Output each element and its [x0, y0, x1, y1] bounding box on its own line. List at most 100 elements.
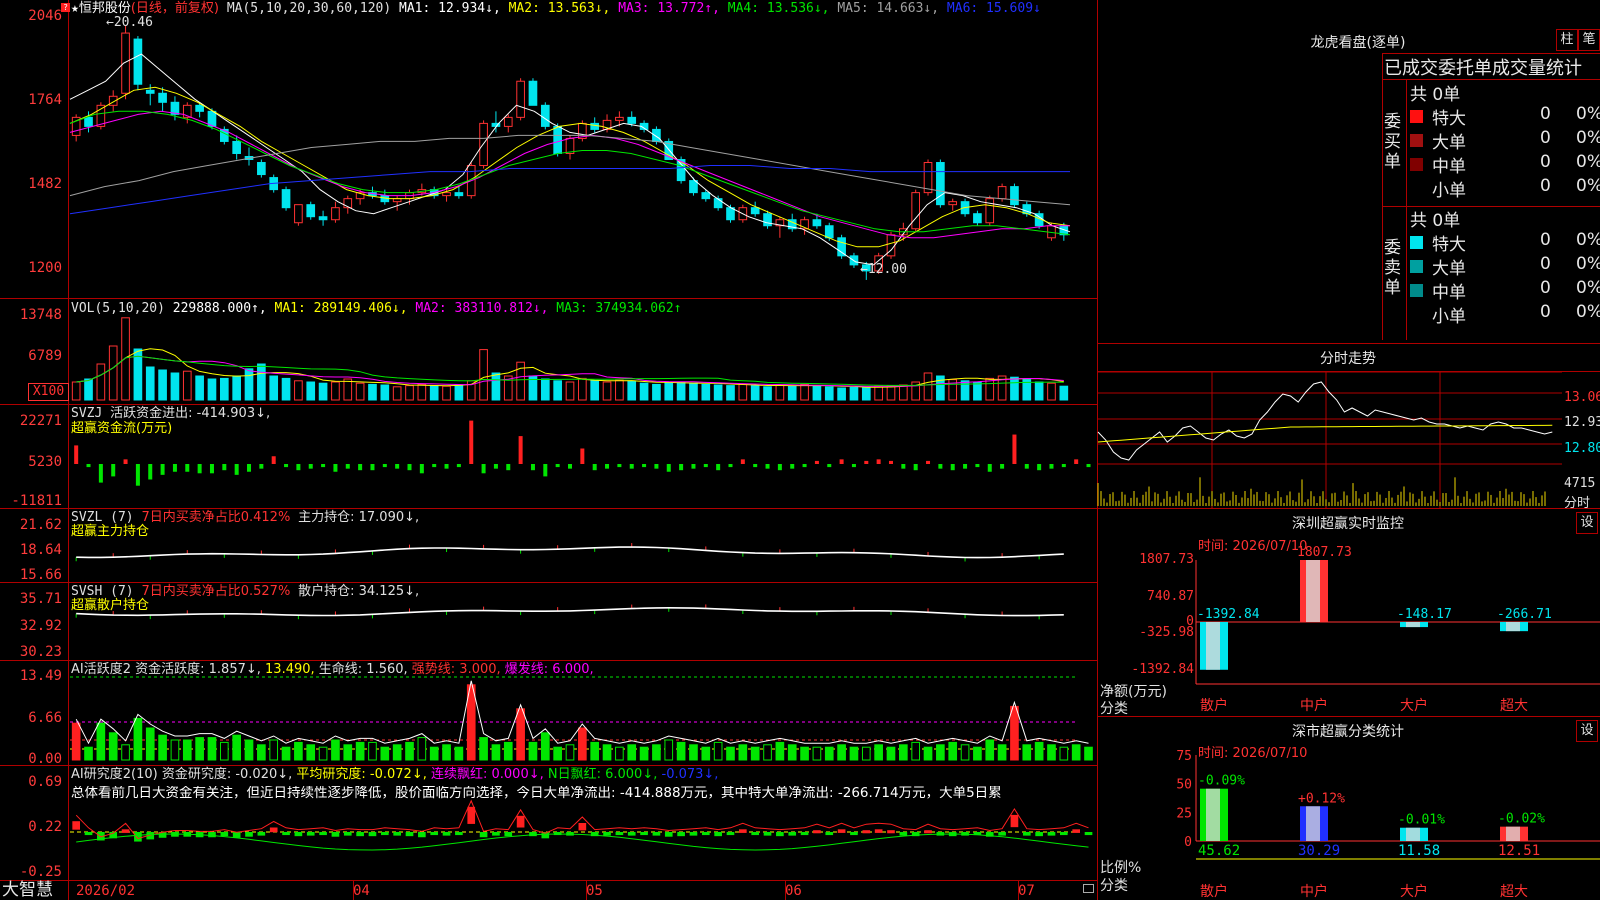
star-icon: ★	[71, 1, 79, 16]
activity-bar	[565, 744, 575, 761]
activity-bar	[318, 746, 328, 761]
research-bar	[924, 830, 932, 834]
volume-bar	[726, 385, 735, 401]
candle-body	[442, 192, 451, 197]
lock-icon[interactable]	[1083, 884, 1094, 893]
activity-bar	[170, 739, 180, 761]
tick-mode-button[interactable]: 笔	[1578, 29, 1600, 51]
activity-bar	[343, 744, 353, 761]
vol-header: VOL(5,10,20) 229888.000↑, MA1: 289149.40…	[71, 301, 682, 316]
sz-class-settings-button[interactable]: 设	[1576, 720, 1598, 742]
research-bar	[467, 806, 476, 824]
activity-bar	[923, 746, 933, 761]
panel-divider	[0, 582, 1098, 583]
bar-mode-button[interactable]: 柱	[1556, 29, 1578, 51]
date-tick	[353, 880, 354, 900]
research-bar	[701, 832, 710, 836]
candle-body	[936, 162, 945, 206]
row-count: 0	[1540, 230, 1551, 250]
flow-bar	[469, 420, 474, 464]
color-swatch	[1410, 134, 1423, 147]
date-label: 07	[1018, 883, 1035, 899]
flow-bar	[568, 464, 572, 469]
activity-bar	[257, 744, 266, 761]
activity-bar	[516, 708, 525, 761]
volume-bar	[664, 382, 674, 401]
red-question-marker[interactable]: ?	[61, 3, 70, 12]
sz-monitor-title: 深圳超赢实时监控	[1292, 516, 1404, 532]
intraday-avg-line	[1097, 424, 1553, 443]
volume-bar	[182, 370, 192, 401]
flow-bar	[642, 464, 647, 468]
volume-bar	[812, 385, 822, 401]
sz-class-category: 超大	[1500, 884, 1528, 900]
flow-bar	[419, 464, 424, 474]
research-bar	[1010, 814, 1019, 828]
brand-logo: 大智慧	[2, 880, 53, 900]
candle-body	[652, 128, 661, 142]
flow-bar	[308, 464, 313, 469]
longhu-row: 中单 0 0%	[1410, 278, 1600, 303]
stock-name[interactable]: 恒邦股份	[79, 1, 131, 16]
divider	[1406, 79, 1407, 340]
activity-bar	[145, 727, 155, 761]
activity-bar	[133, 717, 143, 761]
volume-bar	[269, 375, 279, 401]
flow-bar	[382, 464, 387, 468]
vol-ma-values: MA1: 289149.406↓, MA2: 383110.812↓, MA3:…	[275, 301, 682, 316]
kline-area[interactable]: ? 2046 1764 1482 1200 ★恒邦股份(日线，前复权) MA(5…	[0, 0, 1098, 900]
activity-bar	[405, 741, 414, 761]
volume-bar	[639, 382, 649, 401]
research-bar	[343, 832, 352, 836]
holding-line	[76, 606, 1064, 617]
color-swatch	[1410, 260, 1423, 273]
flow-bar	[654, 464, 659, 469]
research-bar	[393, 832, 401, 836]
activity-bar	[1047, 744, 1056, 761]
intraday-chart[interactable]	[1097, 371, 1562, 508]
air-parts-item: 平均研究度: -0.072↓,	[296, 767, 431, 782]
row-count: 0	[1540, 176, 1551, 196]
flow-bar	[209, 464, 214, 474]
flow-bar	[148, 464, 153, 480]
volume-bar	[405, 385, 414, 401]
flow-bar	[753, 464, 758, 468]
air-comment: 总体看前几日大资金有关注，但近日持续性逐步降低，股价面临方向选择，今日大单净流出…	[71, 786, 1002, 801]
research-bar	[269, 827, 278, 833]
date-tick	[785, 880, 786, 900]
intraday-axis-label: 12.93	[1564, 415, 1600, 430]
volume-bar	[701, 383, 711, 401]
research-bar	[479, 832, 488, 838]
vol-axis-label: 6789	[28, 348, 62, 364]
flow-bar	[827, 464, 832, 468]
divider	[1098, 343, 1600, 344]
activity-bar	[936, 744, 945, 761]
longhu-row: 特大 0 0%	[1410, 230, 1600, 255]
flow-bar	[1037, 464, 1042, 471]
research-bar	[887, 830, 895, 834]
volume-bar	[454, 384, 464, 401]
right-panel: 龙虎看盘(逐单) 柱 笔 已成交委托单成交量统计 委买单 委卖单 共 0单 特大…	[1097, 0, 1600, 900]
candle-body	[158, 92, 167, 103]
row-pct: 0%	[1576, 302, 1600, 322]
sz-monitor-category: 超大	[1500, 698, 1528, 714]
sz-class-chart: 75 50 25 0 -0.09% 45.62 散户 +0.12% 30.29 中户 -0.01% 1…	[1176, 749, 1600, 900]
activity-bar	[701, 746, 711, 761]
activity-bar	[503, 741, 513, 761]
activity-bar	[540, 732, 550, 761]
sz-monitor-settings-button[interactable]: 设	[1576, 512, 1598, 534]
volume-bar	[158, 369, 167, 401]
candle-body	[824, 225, 834, 239]
volume-bar	[590, 380, 600, 401]
volume-bar	[84, 378, 93, 401]
volume-bar	[861, 387, 871, 401]
candle-body	[331, 207, 340, 221]
chart-mode[interactable]: (日线，前复权)	[131, 1, 219, 16]
flow-bar	[123, 459, 128, 464]
date-label: 2026/02	[76, 883, 136, 899]
panel-divider	[0, 298, 1098, 299]
volume-bar	[985, 377, 995, 401]
flow-bar	[271, 456, 276, 464]
research-bar	[257, 832, 266, 836]
flow-bar	[592, 464, 597, 471]
